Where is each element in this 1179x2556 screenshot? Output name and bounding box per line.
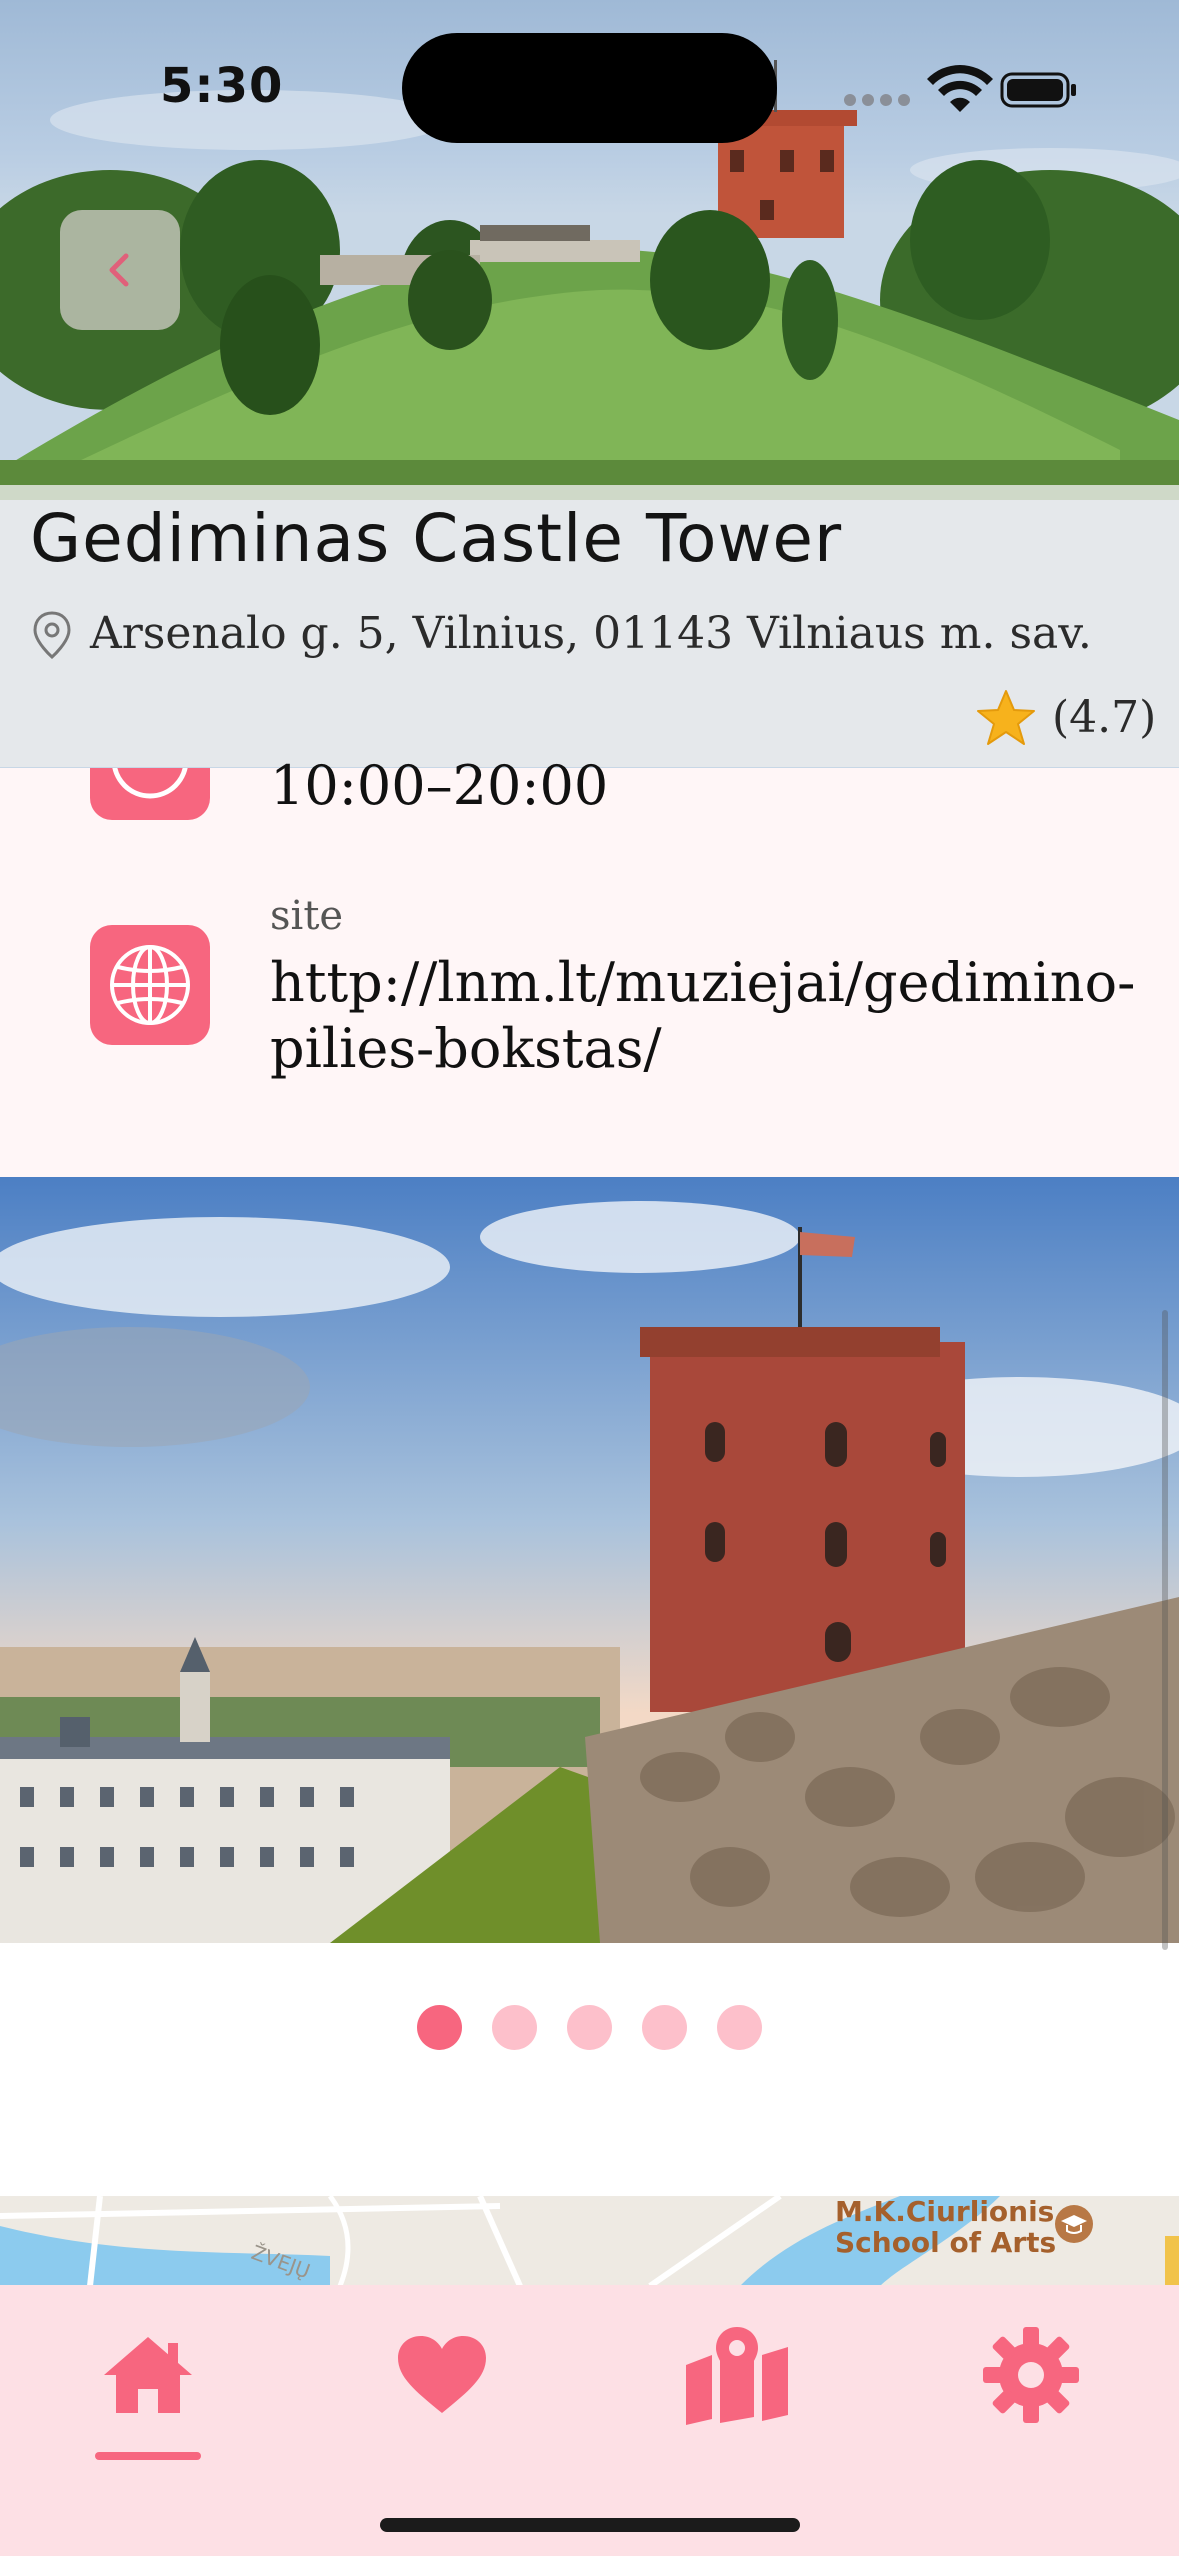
photo-gallery[interactable] xyxy=(0,1177,1179,1943)
page-dot[interactable] xyxy=(717,2005,762,2050)
map-poi-label-line1: M.K.Ciurlionis xyxy=(835,2195,1055,2228)
tab-favorites[interactable] xyxy=(387,2320,497,2430)
gear-icon xyxy=(983,2327,1079,2423)
selected-tab-indicator xyxy=(95,2452,201,2460)
status-icons xyxy=(842,62,1082,112)
page-dot[interactable] xyxy=(492,2005,537,2050)
website-link[interactable]: http://lnm.lt/muziejai/gedimino-pilies-b… xyxy=(270,950,1175,1082)
map-poi-label-line2: School of Arts xyxy=(835,2226,1057,2259)
status-time: 5:30 xyxy=(160,58,284,114)
map-poi-label: M.K.Ciurlionis School of Arts xyxy=(835,2196,1056,2258)
education-icon xyxy=(1055,2205,1093,2243)
location-pin-icon xyxy=(33,611,71,660)
tab-map[interactable] xyxy=(682,2320,792,2430)
back-button[interactable] xyxy=(60,210,180,330)
star-icon xyxy=(977,690,1035,745)
chevron-left-icon xyxy=(109,253,129,287)
tab-home[interactable] xyxy=(93,2320,203,2430)
heart-icon xyxy=(398,2336,486,2413)
home-icon xyxy=(104,2337,192,2413)
opening-hours: 10:00–20:00 xyxy=(270,754,609,817)
globe-tile xyxy=(90,925,210,1045)
globe-icon xyxy=(110,945,190,1025)
home-indicator[interactable] xyxy=(380,2518,800,2532)
place-address: Arsenalo g. 5, Vilnius, 01143 Vilniaus m… xyxy=(90,608,1092,659)
map-icon xyxy=(686,2327,788,2425)
place-title: Gediminas Castle Tower xyxy=(30,500,843,577)
rating-value: (4.7) xyxy=(1052,692,1157,743)
wifi-icon xyxy=(927,65,993,112)
tab-settings[interactable] xyxy=(976,2320,1086,2430)
page-dot[interactable] xyxy=(642,2005,687,2050)
page-dot[interactable] xyxy=(417,2005,462,2050)
gallery-scrollbar[interactable] xyxy=(1162,1310,1168,1950)
dynamic-island xyxy=(402,33,777,143)
site-label: site xyxy=(270,893,344,939)
gallery-page-indicator[interactable] xyxy=(0,2005,1179,2051)
page-dot[interactable] xyxy=(567,2005,612,2050)
signal-icon xyxy=(844,94,910,106)
battery-icon xyxy=(1000,72,1076,108)
